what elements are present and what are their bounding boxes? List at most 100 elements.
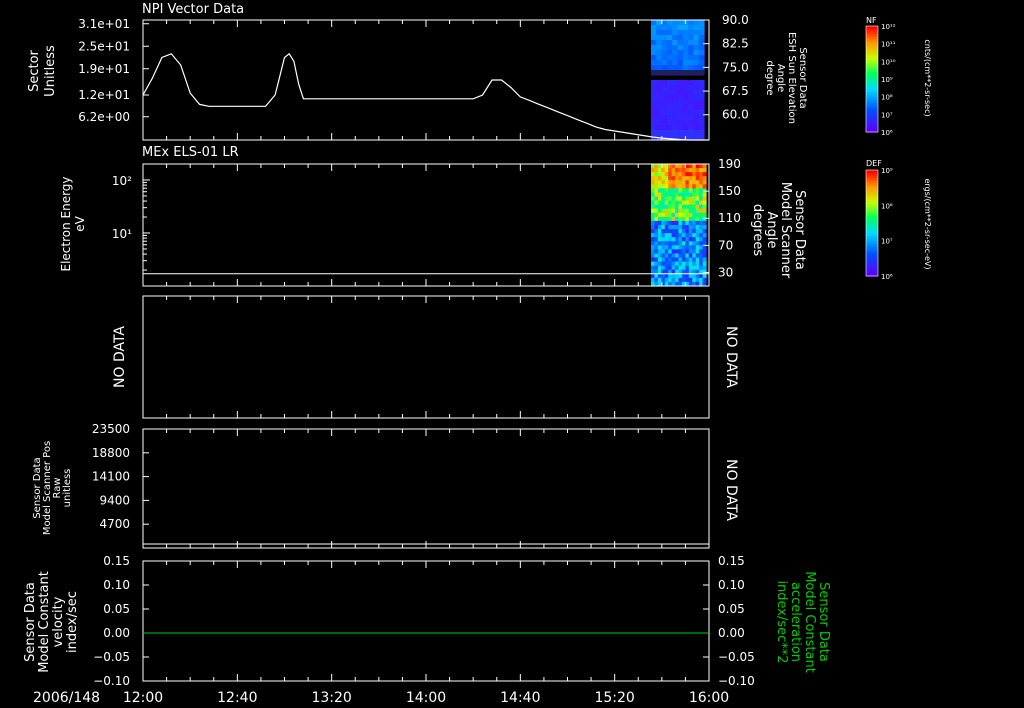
panel1-spectrogram-cell	[693, 95, 700, 101]
panel1-rlabel-line1: Sensor Data	[797, 47, 808, 108]
panel2-spectrogram-cell	[699, 180, 704, 185]
colorbar2-tick-label: 10⁹	[881, 167, 893, 175]
panel2-spectrogram-cell	[681, 257, 686, 263]
panel1-spectrogram-cell	[666, 120, 673, 126]
panel1-spectrogram-cell	[688, 40, 694, 46]
panel1-spectrogram-cell	[688, 70, 694, 76]
panel2-spectrogram-cell	[688, 241, 693, 246]
panel2-spectrogram-cell	[702, 192, 707, 198]
panel2-spectrogram-cell	[688, 273, 693, 279]
panel2-spectrogram-cell	[699, 253, 704, 259]
panel1-rtick-label: 67.5	[722, 84, 749, 98]
panel3-ylabel: NO DATA	[112, 326, 128, 388]
panel2-spectrogram-cell	[702, 200, 707, 206]
panel1-spectrogram-cell	[677, 100, 684, 106]
panel2-spectrogram-cell	[681, 253, 686, 259]
panel2-spectrogram-cell	[671, 184, 676, 189]
panel2-spectrogram-cell	[671, 273, 676, 279]
panel1-spectrogram-cell	[672, 115, 679, 121]
panel1-spectrogram-cell	[682, 120, 689, 126]
panel1-spectrogram-cell	[651, 45, 657, 51]
panel1-spectrogram-cell	[677, 25, 684, 31]
panel2-spectrogram-cell	[681, 172, 686, 177]
panel2-spectrogram-cell	[671, 196, 676, 202]
panel2-spectrogram-cell	[699, 237, 704, 242]
panel1-spectrogram-cell	[688, 90, 694, 96]
panel2-spectrogram-cell	[681, 233, 686, 238]
panel5-ytick-label: 0.05	[103, 602, 130, 616]
panel2-spectrogram-cell	[671, 265, 676, 271]
panel2-spectrogram-cell	[702, 261, 707, 267]
panel2-spectrogram-cell	[702, 196, 707, 202]
panel1-spectrogram-cell	[661, 45, 668, 51]
panel1-spectrogram-cell	[693, 70, 700, 76]
panel1-spectrogram-cell	[661, 70, 668, 76]
panel5-rlabel-line3: acceleration	[788, 582, 803, 662]
panel2-spectrogram-cell	[688, 233, 693, 238]
panel2-rtick-label: 110	[718, 211, 741, 225]
panel1-spectrogram-cell	[698, 95, 705, 101]
panel2-spectrogram-cell	[702, 277, 707, 283]
panel1-spectrogram-cell	[651, 55, 657, 61]
panel1-spectrogram-cell	[661, 120, 668, 126]
panel2-spectrogram-cell	[699, 200, 704, 206]
panel1-spectrogram-cell	[661, 90, 668, 96]
panel5-rlabel-line2: Model Constant	[802, 571, 817, 673]
panel1-spectrogram-cell	[688, 30, 694, 36]
panel1-spectrogram-cell	[693, 60, 700, 66]
colorbar1-tick-label: 10¹⁰	[881, 58, 896, 66]
panel2-spectrogram-cell	[661, 249, 666, 255]
panel2-spectrogram-cell	[681, 216, 686, 222]
panel2-spectrogram-cell	[699, 273, 704, 279]
panel5-ylabel-line1: Sensor Data	[23, 582, 38, 662]
panel2-spectrogram-cell	[688, 212, 693, 218]
panel2-spectrogram-cell	[661, 180, 666, 185]
panel1-spectrogram-cell	[698, 125, 705, 131]
panel5-rlabel-line4: index/sec**2	[774, 580, 789, 663]
panel2-spectrogram-cell	[702, 176, 707, 181]
panel2-spectrogram-cell	[654, 245, 659, 250]
panel2-spectrogram-cell	[681, 220, 686, 226]
panel5-rtick-label: 0.05	[718, 602, 745, 616]
panel1-spectrogram-cell	[688, 120, 694, 126]
panel2-rlabel-line1: Sensor Data	[792, 190, 807, 270]
colorbar1-label: cnts/(cm**2-sr-sec)	[923, 39, 932, 116]
panel2-rtick-label: 150	[718, 184, 741, 198]
panel2-rlabel-line4: degrees	[750, 204, 765, 257]
panel2-spectrogram-cell	[661, 261, 666, 267]
panel1-spectrogram-cell	[688, 80, 694, 86]
panel1-spectrogram-cell	[688, 50, 694, 56]
panel1-spectrogram-cell	[651, 20, 657, 26]
panel2-spectrogram-cell	[671, 216, 676, 222]
panel1-spectrogram-cell	[682, 30, 689, 36]
panel1-spectrogram-cell	[693, 35, 700, 41]
panel2-spectrogram-cell	[699, 188, 704, 194]
panel1-spectrogram-cell	[693, 30, 700, 36]
panel5-ylabel: Sensor Data Model Constant velocity inde…	[23, 571, 80, 673]
panel2-spectrogram-cell	[661, 188, 666, 194]
panel1-spectrogram-cell	[693, 20, 700, 26]
panel2-spectrogram-cell	[702, 225, 707, 230]
panel2-spectrogram-cell	[654, 216, 659, 222]
colorbar1-tick-label: 10⁹	[881, 76, 893, 84]
panel2-spectrogram-cell	[654, 225, 659, 230]
panel1-spectrogram-cell	[666, 115, 673, 121]
panel2-spectrogram-cell	[688, 184, 693, 189]
panel1-spectrogram-cell	[656, 115, 663, 121]
panel2-spectrogram-cell	[654, 200, 659, 206]
panel1-spectrogram-cell	[672, 40, 679, 46]
panel2-spectrogram-cell	[661, 184, 666, 189]
x-tick-label: 14:40	[500, 690, 540, 706]
panel1-spectrogram-cell	[688, 130, 694, 136]
panel2-spectrogram-cell	[681, 212, 686, 218]
panel1-spectrogram-cell	[672, 65, 679, 71]
panel1-spectrogram-cell	[672, 85, 679, 91]
panel2-spectrogram-cell	[688, 204, 693, 210]
panel1-rlabel-line4: degree	[764, 60, 775, 95]
panel1-spectrogram-cell	[677, 50, 684, 56]
panel1-spectrogram-cell	[672, 45, 679, 51]
panel2-spectrogram-cell	[688, 176, 693, 181]
panel1-spectrogram-cell	[698, 55, 705, 61]
panel2-spectrogram-cell	[688, 265, 693, 271]
panel1-spectrogram-cell	[682, 55, 689, 61]
